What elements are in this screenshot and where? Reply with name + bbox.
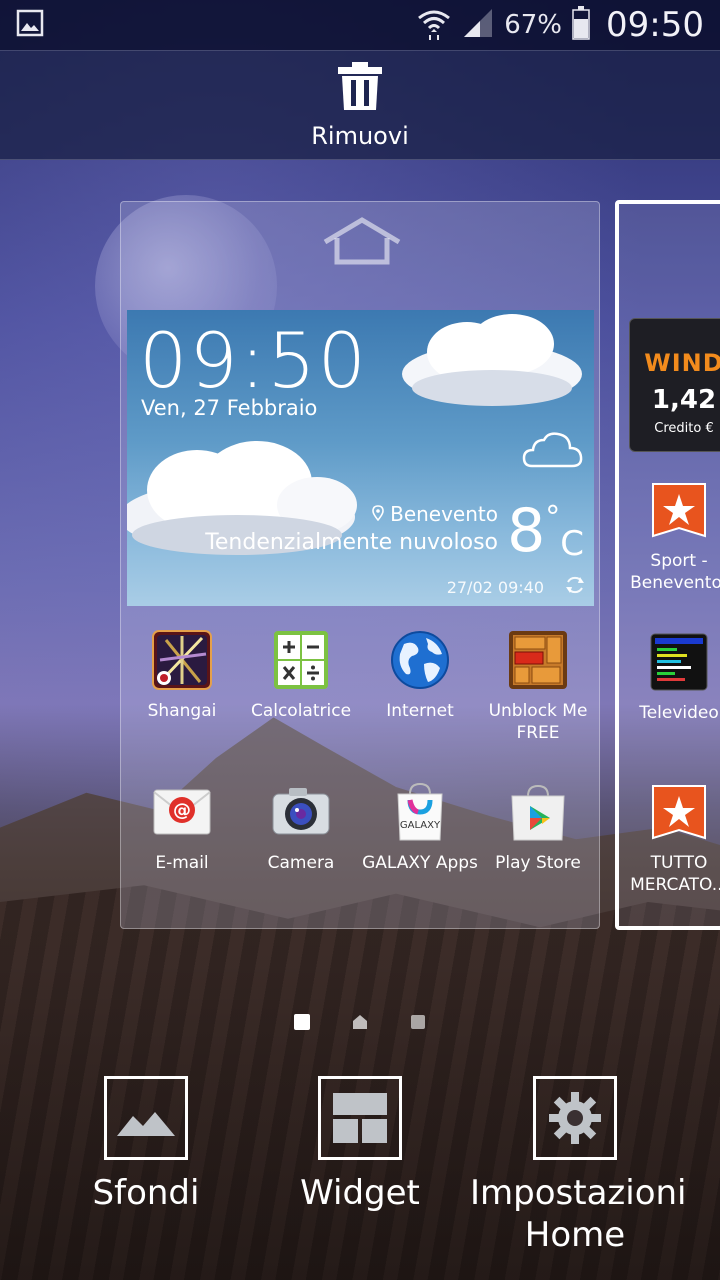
widgets-label: Widget bbox=[300, 1173, 420, 1213]
app-label: E-mail bbox=[155, 853, 209, 873]
app-camera[interactable]: Camera bbox=[242, 782, 360, 874]
cloud-decoration bbox=[402, 314, 582, 406]
widgets-button[interactable]: Widget bbox=[290, 1076, 430, 1214]
wifi-icon bbox=[416, 5, 452, 45]
remove-drop-zone[interactable]: Rimuovi bbox=[0, 50, 720, 160]
next-page-preview[interactable]: WIND 1,42 Credito € Sport - Beneventof T… bbox=[615, 200, 720, 930]
wallpapers-label: Sfondi bbox=[92, 1173, 200, 1213]
app-shangai[interactable]: Shangai bbox=[123, 630, 241, 722]
weather-temperature: 8 ° C bbox=[507, 496, 584, 566]
weather-location: Benevento bbox=[372, 502, 498, 526]
battery-icon bbox=[572, 6, 590, 44]
star-news-icon bbox=[649, 782, 709, 842]
play-store-icon bbox=[508, 782, 568, 842]
camera-icon bbox=[271, 782, 331, 842]
weather-updated-time: 27/02 09:40 bbox=[446, 578, 544, 597]
widget-date: Ven, 27 Febbraio bbox=[141, 396, 318, 420]
app-label: Camera bbox=[267, 853, 335, 873]
app-label: Unblock Me FREE bbox=[488, 701, 588, 743]
widget-clock: 09:50 bbox=[139, 316, 369, 405]
refresh-icon[interactable] bbox=[564, 574, 586, 600]
cloudy-weather-icon bbox=[522, 430, 584, 474]
app-label: TUTTO MERCATO... bbox=[630, 853, 720, 895]
temperature-value: 8 bbox=[507, 496, 546, 566]
galaxy-apps-icon: GALAXY bbox=[390, 782, 450, 842]
app-unblock-me[interactable]: Unblock Me FREE bbox=[479, 630, 597, 744]
gear-icon bbox=[533, 1076, 617, 1160]
calculator-icon bbox=[271, 630, 331, 690]
app-label: Shangai bbox=[147, 701, 217, 721]
weather-condition: Tendenzialmente nuvoloso bbox=[205, 530, 498, 555]
app-sport-benevento[interactable]: Sport - Beneventof bbox=[619, 480, 720, 594]
gallery-notification-icon bbox=[16, 9, 44, 41]
wind-logo: WIND bbox=[644, 349, 720, 377]
page-indicator bbox=[0, 1014, 720, 1034]
app-label: Play Store bbox=[495, 853, 581, 873]
globe-icon bbox=[390, 630, 450, 690]
shangai-icon bbox=[152, 630, 212, 690]
app-label: Sport - Beneventof bbox=[630, 551, 720, 593]
page-dot-active[interactable] bbox=[294, 1014, 310, 1030]
page-dot[interactable] bbox=[410, 1014, 426, 1030]
trash-icon bbox=[336, 60, 384, 116]
wind-credit-widget[interactable]: WIND 1,42 Credito € bbox=[629, 318, 720, 452]
app-label: Televideo bbox=[639, 703, 719, 723]
app-label: Calcolatrice bbox=[250, 701, 352, 721]
signal-icon bbox=[462, 7, 494, 43]
app-play-store[interactable]: Play Store bbox=[479, 782, 597, 874]
svg-text:GALAXY: GALAXY bbox=[400, 820, 441, 831]
status-bar: 67% 09:50 bbox=[0, 0, 720, 50]
home-settings-button[interactable]: Impostazioni Home bbox=[470, 1076, 687, 1256]
location-pin-icon bbox=[372, 502, 384, 526]
televideo-icon bbox=[649, 632, 709, 692]
unblock-me-icon bbox=[508, 630, 568, 690]
degree-symbol: ° bbox=[545, 500, 561, 535]
battery-percent: 67% bbox=[504, 10, 563, 40]
home-page-dot-icon[interactable] bbox=[352, 1014, 368, 1030]
svg-text:@: @ bbox=[173, 800, 191, 821]
app-label: GALAXY Apps bbox=[362, 853, 478, 873]
home-page-preview[interactable]: 09:50 Ven, 27 Febbraio Benevento Tendenz… bbox=[120, 201, 600, 929]
status-clock: 09:50 bbox=[606, 5, 704, 45]
weather-clock-widget[interactable]: 09:50 Ven, 27 Febbraio Benevento Tendenz… bbox=[127, 310, 594, 606]
weather-city: Benevento bbox=[390, 502, 498, 526]
app-internet[interactable]: Internet bbox=[361, 630, 479, 722]
home-settings-label: Impostazioni Home bbox=[470, 1173, 687, 1255]
wallpapers-button[interactable]: Sfondi bbox=[90, 1076, 202, 1214]
app-galaxy-apps[interactable]: GALAXY GALAXY Apps bbox=[361, 782, 479, 874]
app-label: Internet bbox=[386, 701, 454, 721]
email-icon: @ bbox=[152, 782, 212, 842]
wind-credit-value: 1,42 bbox=[651, 385, 717, 415]
star-news-icon bbox=[649, 480, 709, 540]
app-tutto-mercato[interactable]: TUTTO MERCATO... bbox=[619, 782, 720, 896]
app-email[interactable]: @ E-mail bbox=[123, 782, 241, 874]
app-televideo[interactable]: Televideo bbox=[619, 632, 720, 724]
app-calcolatrice[interactable]: Calcolatrice bbox=[242, 630, 360, 722]
widget-icon bbox=[318, 1076, 402, 1160]
temperature-unit: C bbox=[560, 524, 584, 564]
wind-credit-label: Credito € bbox=[654, 421, 714, 436]
wallpaper-icon bbox=[104, 1076, 188, 1160]
home-page-icon[interactable] bbox=[321, 216, 403, 270]
remove-label: Rimuovi bbox=[311, 122, 409, 150]
